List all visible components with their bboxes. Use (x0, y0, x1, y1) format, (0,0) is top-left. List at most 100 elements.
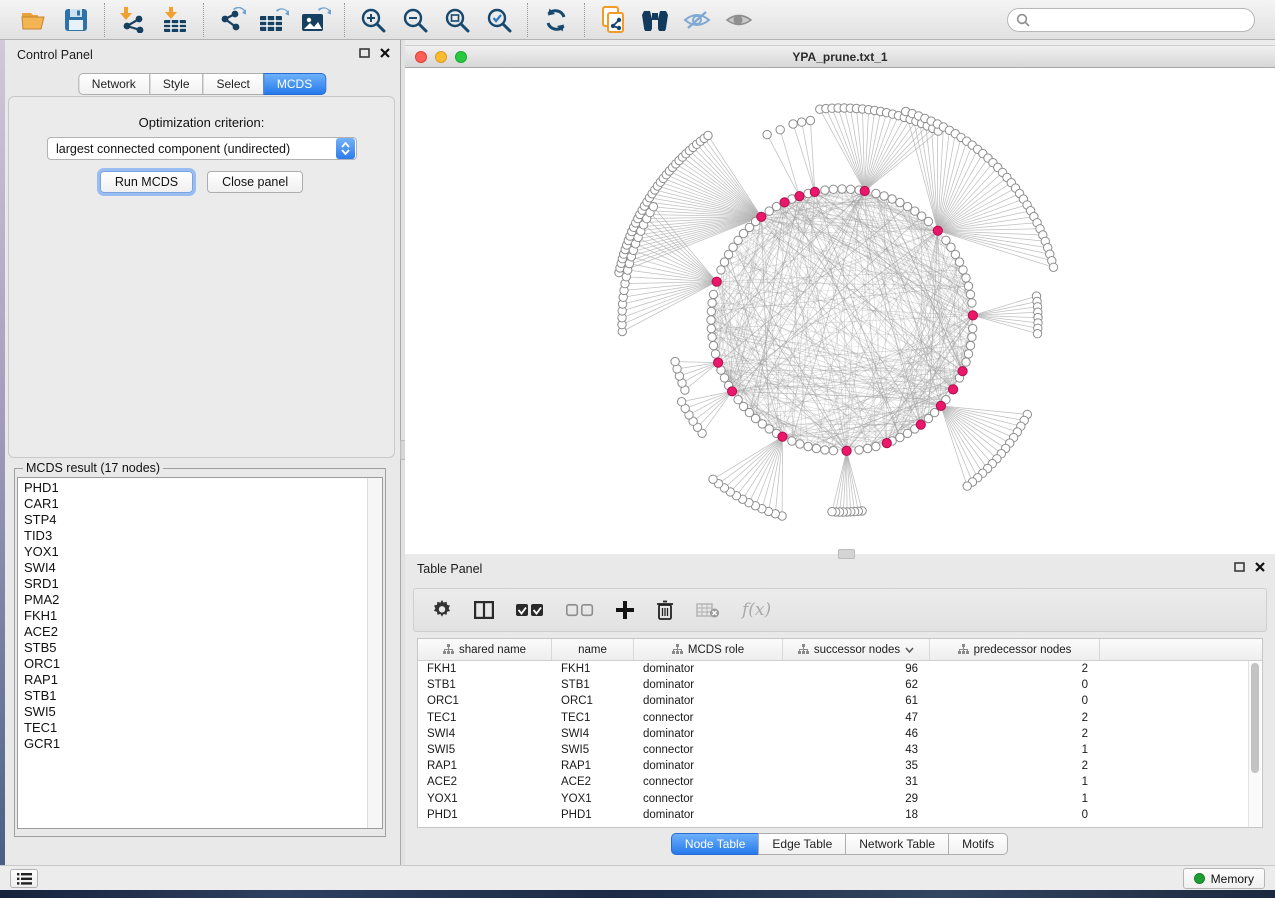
table-cell: YOX1 (552, 791, 634, 807)
network-graph[interactable] (405, 68, 1275, 554)
result-node-item[interactable]: STB5 (18, 640, 367, 656)
table-cell: 43 (783, 742, 930, 758)
table-row[interactable]: STB1STB1dominator620 (418, 677, 1262, 693)
table-row[interactable]: ORC1ORC1dominator610 (418, 693, 1262, 709)
shared-column-icon (443, 644, 454, 655)
table-tab-node-table[interactable]: Node Table (671, 833, 760, 855)
network-window-title: YPA_prune.txt_1 (405, 50, 1275, 64)
table-row[interactable]: TEC1TEC1connector472 (418, 710, 1262, 726)
table-cell: SWI4 (552, 726, 634, 742)
column-header-shared-name[interactable]: shared name (418, 639, 552, 660)
table-row[interactable]: ACE2ACE2connector311 (418, 774, 1262, 790)
table-cell: ORC1 (418, 693, 552, 709)
zoom-selected-icon[interactable] (483, 5, 515, 35)
table-settings-gear-icon[interactable] (432, 600, 452, 620)
table-row[interactable]: RAP1RAP1dominator352 (418, 758, 1262, 774)
table-tab-network-table[interactable]: Network Table (845, 833, 949, 855)
save-session-icon[interactable] (60, 5, 92, 35)
search-binoculars-icon[interactable] (639, 5, 671, 35)
zoom-out-icon[interactable] (399, 5, 431, 35)
table-tab-edge-table[interactable]: Edge Table (758, 833, 846, 855)
tab-network[interactable]: Network (78, 73, 150, 95)
float-panel-icon[interactable] (359, 48, 370, 58)
task-history-button[interactable] (10, 869, 38, 888)
result-node-item[interactable]: PMA2 (18, 592, 367, 608)
result-node-item[interactable]: GCR1 (18, 736, 367, 752)
column-header-successor-nodes[interactable]: successor nodes (783, 639, 930, 660)
table-cell: 2 (930, 661, 1100, 677)
result-node-item[interactable]: TEC1 (18, 720, 367, 736)
table-row[interactable]: FKH1FKH1dominator962 (418, 661, 1262, 677)
network-view-window: YPA_prune.txt_1 (405, 45, 1275, 554)
column-header-name[interactable]: name (552, 639, 634, 660)
table-scrollbar[interactable] (1248, 661, 1261, 827)
result-node-item[interactable]: FKH1 (18, 608, 367, 624)
column-header-mcds-role[interactable]: MCDS role (634, 639, 783, 660)
hide-selected-eye-icon[interactable] (681, 5, 713, 35)
result-node-item[interactable]: RAP1 (18, 672, 367, 688)
show-all-eye-icon[interactable] (723, 5, 755, 35)
result-node-item[interactable]: STP4 (18, 512, 367, 528)
table-cell: dominator (634, 758, 783, 774)
table-row[interactable]: SWI4SWI4dominator462 (418, 726, 1262, 742)
table-cell: TEC1 (418, 710, 552, 726)
delete-column-icon[interactable] (656, 600, 674, 620)
zoom-in-icon[interactable] (357, 5, 389, 35)
refresh-view-icon[interactable] (540, 5, 572, 35)
table-cell: dominator (634, 661, 783, 677)
table-tab-motifs[interactable]: Motifs (948, 833, 1008, 855)
close-panel-icon[interactable] (380, 48, 390, 58)
table-cell: 35 (783, 758, 930, 774)
result-node-item[interactable]: TID3 (18, 528, 367, 544)
tab-style[interactable]: Style (149, 73, 204, 95)
float-table-panel-icon[interactable] (1234, 562, 1245, 572)
delete-table-icon[interactable] (696, 602, 720, 618)
function-builder-icon[interactable]: f(x) (742, 600, 771, 620)
result-node-item[interactable]: SWI5 (18, 704, 367, 720)
result-list-scrollbar[interactable] (367, 478, 382, 828)
close-panel-button[interactable]: Close panel (207, 171, 303, 193)
search-input[interactable] (1036, 12, 1246, 28)
column-visibility-icon[interactable] (474, 601, 494, 619)
duplicate-network-icon[interactable] (597, 5, 629, 35)
table-cell: 0 (930, 677, 1100, 693)
close-table-panel-icon[interactable] (1255, 562, 1265, 572)
export-network-icon[interactable] (216, 5, 248, 35)
run-mcds-button[interactable]: Run MCDS (100, 171, 193, 193)
column-header-predecessor-nodes[interactable]: predecessor nodes (930, 639, 1100, 660)
network-canvas[interactable] (405, 68, 1275, 554)
shared-column-icon (958, 644, 969, 655)
result-node-item[interactable]: ACE2 (18, 624, 367, 640)
result-node-item[interactable]: ORC1 (18, 656, 367, 672)
tab-select[interactable]: Select (203, 73, 264, 95)
result-node-item[interactable]: STB1 (18, 688, 367, 704)
result-node-item[interactable]: SWI4 (18, 560, 367, 576)
export-image-icon[interactable] (300, 5, 332, 35)
add-column-icon[interactable] (616, 601, 634, 619)
result-node-item[interactable]: YOX1 (18, 544, 367, 560)
task-list-icon (17, 873, 32, 885)
table-cell: 1 (930, 774, 1100, 790)
select-all-check-icon[interactable] (516, 604, 544, 617)
result-node-item[interactable]: CAR1 (18, 496, 367, 512)
memory-button[interactable]: Memory (1183, 868, 1265, 889)
open-session-icon[interactable] (18, 5, 50, 35)
tab-mcds[interactable]: MCDS (263, 73, 326, 95)
table-cell: 62 (783, 677, 930, 693)
table-cell: RAP1 (552, 758, 634, 774)
zoom-fit-icon[interactable] (441, 5, 473, 35)
export-table-icon[interactable] (258, 5, 290, 35)
result-node-item[interactable]: PHD1 (18, 480, 367, 496)
table-row[interactable]: SWI5SWI5connector431 (418, 742, 1262, 758)
import-table-icon[interactable] (159, 5, 191, 35)
result-node-item[interactable]: SRD1 (18, 576, 367, 592)
criterion-dropdown[interactable]: largest connected component (undirected) (47, 137, 357, 160)
table-scrollbar-thumb[interactable] (1251, 663, 1259, 773)
table-row[interactable]: PHD1PHD1dominator180 (418, 807, 1262, 823)
import-network-icon[interactable] (117, 5, 149, 35)
table-row[interactable]: YOX1YOX1connector291 (418, 791, 1262, 807)
table-cell: SWI4 (418, 726, 552, 742)
optimization-criterion-label: Optimization criterion: (9, 115, 394, 130)
deselect-all-check-icon[interactable] (566, 604, 594, 617)
network-search-box[interactable] (1007, 8, 1255, 32)
